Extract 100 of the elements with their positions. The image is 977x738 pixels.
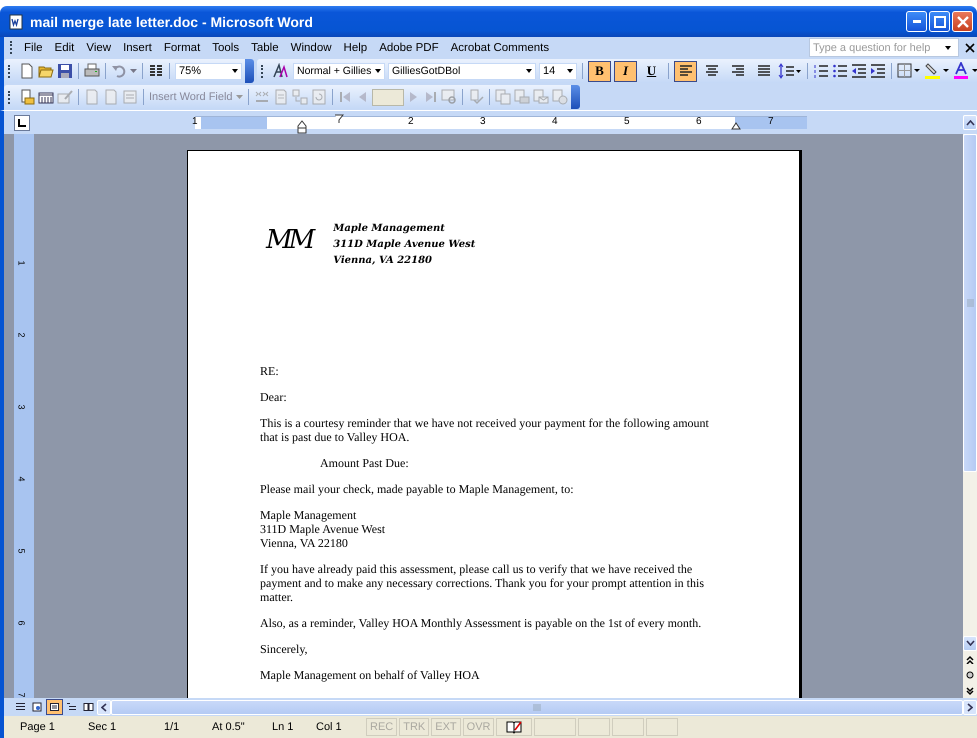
status-panel — [646, 718, 678, 736]
print-view-button[interactable] — [46, 699, 63, 715]
window-title: mail merge late letter.doc - Microsoft Word — [30, 14, 314, 30]
scroll-up-button[interactable] — [963, 115, 977, 130]
ruler-number: 2 — [408, 116, 414, 127]
grip-icon — [533, 704, 541, 710]
bulleted-list-icon[interactable] — [832, 63, 848, 79]
style-combo[interactable]: Normal + Gillies — [293, 62, 385, 80]
new-document-icon[interactable] — [19, 63, 35, 79]
scroll-down-button[interactable] — [963, 636, 977, 651]
highlight-icon[interactable] — [924, 62, 950, 80]
menu-item[interactable]: File — [18, 42, 49, 54]
close-icon — [956, 16, 968, 28]
menu-item[interactable]: Format — [158, 42, 206, 54]
spelling-book-icon[interactable] — [505, 720, 524, 734]
paragraph: Maple Management on behalf of Valley HOA — [260, 668, 481, 682]
left-tab-icon — [18, 118, 26, 126]
maximize-button[interactable] — [929, 11, 950, 32]
tab-selector-button[interactable] — [14, 114, 30, 130]
borders-icon[interactable] — [897, 63, 921, 79]
letterhead-line: Maple Management — [333, 222, 446, 236]
status-field: At 0.5" — [204, 721, 264, 733]
font-color-icon[interactable] — [953, 62, 977, 80]
paragraph: Please mail your check, made payable to Maple Management, to: — [260, 482, 575, 496]
ruler-number: 3 — [16, 404, 26, 410]
left-indent-marker[interactable] — [297, 120, 307, 134]
status-panel — [612, 718, 644, 736]
ruler-number: 7 — [768, 116, 774, 127]
print-icon[interactable] — [84, 63, 100, 79]
paragraph: Amount Past Due: — [319, 456, 410, 470]
ruler-number: 5 — [624, 116, 630, 127]
italic-button[interactable]: I — [614, 60, 637, 82]
line-spacing-icon[interactable] — [778, 63, 802, 79]
menu-item[interactable]: Adobe PDF — [373, 42, 445, 54]
underline-button[interactable]: U — [640, 60, 663, 82]
status-field: Page 1 — [12, 721, 80, 733]
menu-item[interactable]: Edit — [48, 42, 80, 54]
menu-item[interactable]: Tools — [206, 42, 246, 54]
menu-item[interactable]: Insert — [117, 42, 158, 54]
paragraph: Maple Management 311D Maple Avenue West Vienna, VA 22180 — [260, 508, 386, 550]
logo: MM — [266, 225, 314, 255]
font-size-combo[interactable]: 14 — [539, 62, 577, 80]
match-fields-icon[interactable] — [292, 89, 308, 105]
toolbar-options-button[interactable] — [570, 85, 580, 109]
dropdown-arrow-icon — [566, 67, 574, 75]
right-indent-marker[interactable] — [731, 122, 741, 130]
toolbar-options-button[interactable] — [245, 59, 254, 83]
help-search-field[interactable]: Type a question for help — [809, 38, 959, 57]
letterhead-line: Vienna, VA 22180 — [333, 254, 433, 268]
reading-view-icon — [83, 702, 94, 712]
ruler-number: 4 — [16, 476, 26, 482]
print-view-icon — [49, 702, 60, 712]
record-field[interactable] — [372, 88, 404, 106]
menu-item[interactable]: View — [80, 42, 118, 54]
zoom-combo[interactable]: 75% — [175, 62, 242, 80]
menu-item[interactable]: Window — [284, 42, 338, 54]
decrease-indent-icon[interactable] — [851, 63, 867, 79]
web-view-icon — [32, 702, 43, 712]
scroll-left-button[interactable] — [97, 700, 111, 714]
dropdown-arrow-icon — [374, 67, 382, 75]
menu-item[interactable]: Help — [338, 42, 374, 54]
close-button[interactable] — [952, 11, 973, 32]
increase-indent-icon[interactable] — [870, 63, 886, 79]
dropdown-arrow-icon — [944, 44, 952, 52]
scroll-right-button[interactable] — [963, 700, 977, 714]
status-field: Sec 1 — [80, 721, 156, 733]
ruler-number: 5 — [16, 548, 26, 554]
ruler-margin — [735, 117, 807, 129]
ruler-number: 6 — [16, 620, 26, 626]
check-errors-icon[interactable] — [468, 89, 484, 105]
dropdown-arrow-icon — [525, 67, 533, 75]
field-codes-icon[interactable] — [254, 89, 270, 105]
close-document-icon[interactable] — [965, 42, 975, 52]
styles-icon[interactable] — [272, 63, 290, 79]
numbered-list-icon[interactable] — [813, 63, 829, 79]
ruler-number: 6 — [696, 116, 702, 127]
menu-item[interactable]: Table — [245, 42, 285, 54]
scroll-thumb[interactable] — [963, 134, 977, 472]
status-field: 1/1 — [156, 721, 196, 733]
horizontal-scroll-thumb[interactable] — [111, 700, 963, 714]
paragraph: Sincerely, — [260, 642, 309, 656]
undo-icon[interactable] — [111, 63, 127, 79]
outline-view-icon — [66, 702, 77, 712]
menu-item[interactable]: Acrobat Comments — [444, 42, 556, 54]
mail-merge-document-icon[interactable] — [19, 89, 35, 105]
align-left-button[interactable] — [674, 60, 697, 82]
columns-icon[interactable] — [148, 63, 164, 79]
status-field: Col 1 — [308, 721, 364, 733]
align-left-icon — [678, 65, 692, 77]
align-justify-icon — [756, 65, 770, 77]
font-combo[interactable]: GilliesGotDBol — [388, 62, 536, 80]
letterhead-line: 311D Maple Avenue West — [333, 238, 476, 252]
dropdown-arrow-icon[interactable] — [130, 67, 137, 75]
bold-button[interactable]: B — [588, 60, 611, 82]
dropdown-arrow-icon — [231, 67, 239, 75]
align-center-icon — [704, 65, 718, 77]
first-line-indent-marker[interactable] — [334, 114, 344, 124]
minimize-button[interactable] — [906, 11, 927, 32]
save-icon[interactable] — [57, 63, 73, 79]
double-down-arrow-icon — [966, 686, 974, 696]
